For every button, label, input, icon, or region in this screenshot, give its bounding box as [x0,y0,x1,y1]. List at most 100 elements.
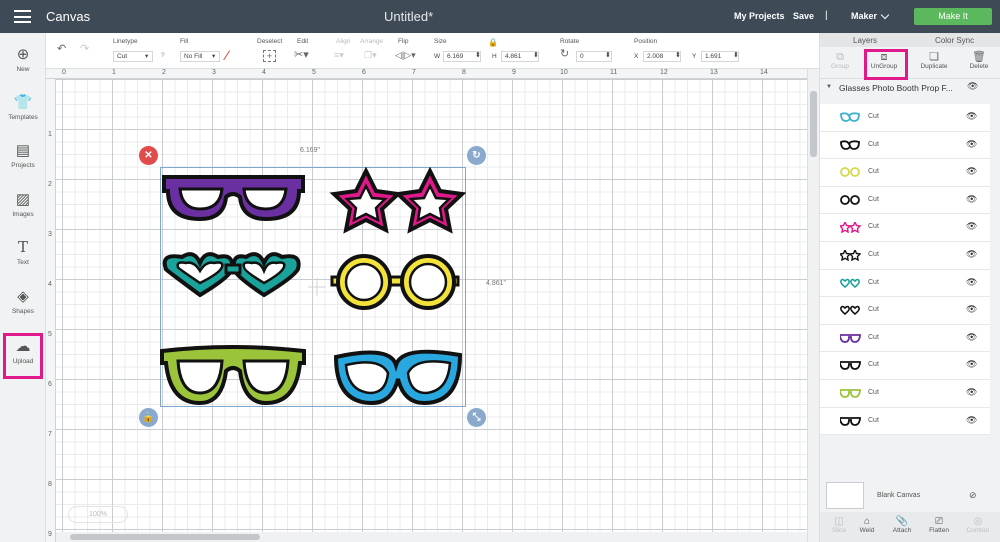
layer-row[interactable]: Cut 👁 [820,352,990,380]
resize-handle[interactable]: ⤡ [467,408,486,427]
chevron-down-icon[interactable] [880,10,890,20]
layer-row[interactable]: Cut 👁 [820,241,990,270]
lock-handle[interactable]: 🔒 [139,408,158,427]
eye-icon[interactable]: 👁 [967,81,978,92]
edit-scissors-icon[interactable]: ✂▾ [294,50,309,61]
my-projects-link[interactable]: My Projects [734,11,785,21]
eye-icon[interactable]: 👁 [966,359,977,370]
layer-thumbnail [840,167,860,178]
eye-icon[interactable]: 👁 [966,166,977,177]
sidebar-item-images[interactable]: ▨ Images [0,191,46,218]
sidebar-item-text[interactable]: T Text [0,239,46,267]
yellow-round-glasses[interactable] [330,254,460,310]
sidebar-item-shapes[interactable]: ◈ Shapes [0,288,46,315]
image-icon: ▨ [15,191,31,208]
stepper-icon[interactable]: ⬍ [733,51,739,59]
layer-operation: Cut [868,306,879,314]
eye-icon[interactable]: 👁 [966,277,977,288]
layer-row[interactable]: Cut 👁 [820,186,990,215]
sidebar-item-label: Shapes [11,308,35,315]
eye-icon[interactable]: 👁 [966,304,977,315]
layer-row[interactable]: Cut 👁 [820,104,990,132]
menu-icon[interactable] [14,10,31,23]
machine-select[interactable]: Maker [851,11,877,21]
layer-row[interactable]: Cut 👁 [820,214,990,242]
pink-star-glasses[interactable] [329,167,466,234]
ruler-tick: 6 [48,381,52,388]
stepper-icon[interactable]: ⬍ [675,51,681,59]
group-button[interactable]: ⧉ Group [820,51,860,70]
rotate-handle[interactable]: ↻ [467,146,486,165]
vertical-scrollbar[interactable] [807,69,819,542]
eye-icon[interactable]: 👁 [966,332,977,343]
help-icon[interactable]: ? [161,52,165,59]
ruler-tick: 8 [48,481,52,488]
eye-icon[interactable]: 👁 [966,415,977,426]
delete-handle[interactable]: ✕ [139,146,158,165]
stepper-icon[interactable]: ⬍ [533,51,539,59]
zoom-control[interactable]: 100% [68,506,128,523]
eye-icon[interactable]: 👁 [966,387,977,398]
undo-icon[interactable]: ↶ [57,44,66,55]
scroll-thumb[interactable] [70,534,260,540]
linetype-label: Linetype [113,38,138,45]
chevron-down-icon[interactable]: ▾ [212,52,215,60]
chevron-down-icon[interactable]: ▾ [145,52,148,60]
blank-canvas-swatch[interactable] [826,482,864,509]
layer-row[interactable]: Cut 👁 [820,131,990,160]
sidebar-item-new[interactable]: ⊕ New [0,46,46,73]
flip-icon[interactable]: ◁|▷▾ [395,50,416,61]
lock-icon[interactable]: 🔒 [488,38,498,47]
arrange-icon[interactable]: ❐▾ [364,50,377,61]
ruler-tick: 1 [112,69,116,76]
blue-cat-glasses[interactable] [333,349,463,406]
save-button[interactable]: Save [793,11,814,21]
horizontal-scrollbar[interactable] [56,532,807,542]
scroll-thumb[interactable] [810,91,817,157]
sidebar-item-label: Text [17,259,29,266]
document-title[interactable]: Untitled* [384,9,433,24]
sidebar-item-templates[interactable]: 👕 Templates [0,94,46,121]
teal-heart-glasses[interactable] [162,252,301,298]
purple-glasses[interactable] [162,175,305,222]
tab-layers[interactable]: Layers [853,36,877,45]
blank-canvas-label: Blank Canvas [877,492,921,499]
contour-button[interactable]: ◎ Contour [961,516,995,534]
ruler-tick: 0 [62,69,66,76]
align-icon[interactable]: ≡▾ [334,50,344,61]
eye-icon[interactable]: 👁 [966,221,977,232]
eye-icon[interactable]: 👁 [966,194,977,205]
layer-row[interactable]: Cut 👁 [820,407,990,436]
ruler-tick: 12 [660,69,668,76]
stepper-icon[interactable]: ⬍ [605,51,611,59]
layer-group-header[interactable]: ▼ Glasses Photo Booth Prop F... 👁 [820,81,1000,95]
layer-row[interactable]: Cut 👁 [820,269,990,298]
eye-off-icon[interactable]: ⊘ [969,490,977,501]
lime-glasses[interactable] [160,345,306,406]
weld-button[interactable]: ⌂ Weld [850,516,884,534]
glasses-artwork[interactable] [160,167,466,407]
eye-icon[interactable]: 👁 [966,111,977,122]
make-it-button[interactable]: Make It [914,8,992,25]
delete-button[interactable]: 🗑 Delete [959,51,999,70]
duplicate-button[interactable]: ❏ Duplicate [914,51,954,70]
eye-icon[interactable]: 👁 [966,249,977,260]
redo-icon[interactable]: ↷ [80,44,89,55]
sidebar-item-projects[interactable]: ▤ Projects [0,142,46,169]
layer-row[interactable]: Cut 👁 [820,324,990,353]
eye-icon[interactable]: 👁 [966,139,977,150]
delete-label: Delete [969,63,989,70]
collapse-icon[interactable]: ▼ [826,84,832,90]
fill-color-icon[interactable]: ⁄ [226,47,228,63]
deselect-icon[interactable]: + [263,50,276,62]
stepper-icon[interactable]: ⬍ [475,51,481,59]
layer-row[interactable]: Cut 👁 [820,159,990,187]
layer-row[interactable]: Cut 👁 [820,379,990,408]
layer-row[interactable]: Cut 👁 [820,297,990,325]
ungroup-highlight [864,49,908,80]
attach-button[interactable]: 📎 Attach [885,516,919,534]
flatten-button[interactable]: ⎚ Flatten [922,516,956,534]
layer-scrollbar[interactable] [990,86,1000,466]
layer-thumbnail [840,112,860,122]
tab-color-sync[interactable]: Color Sync [935,36,974,45]
